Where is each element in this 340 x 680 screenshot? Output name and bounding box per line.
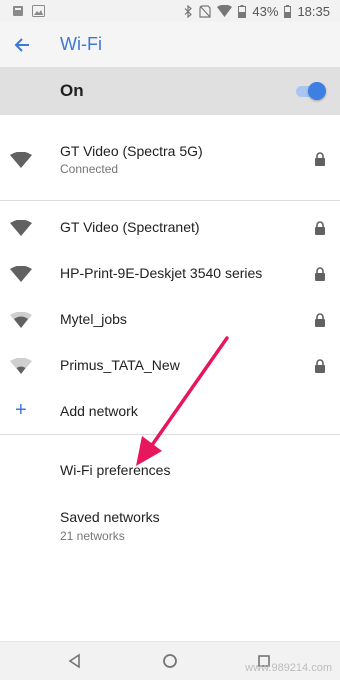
lock-icon xyxy=(315,221,325,235)
saved-networks-label: Saved networks xyxy=(60,509,160,525)
lock-icon xyxy=(315,313,325,327)
watermark: www.989214.com xyxy=(245,662,332,674)
plus-icon: + xyxy=(15,399,27,421)
network-item[interactable]: GT Video (Spectranet) xyxy=(0,210,340,246)
no-sim-icon xyxy=(199,4,212,18)
wifi-toggle-row[interactable]: On xyxy=(0,67,340,115)
wifi-full-icon xyxy=(10,220,32,236)
add-network-item[interactable]: + Add network xyxy=(0,394,340,430)
network-name: GT Video (Spectra 5G) xyxy=(60,143,203,159)
network-item[interactable]: GT Video (Spectra 5G) Connected xyxy=(0,140,340,186)
wifi-preferences-item[interactable]: Wi-Fi preferences xyxy=(60,462,170,478)
lock-icon xyxy=(315,359,325,373)
wifi-switch[interactable] xyxy=(296,82,326,100)
back-button[interactable] xyxy=(0,23,44,67)
wifi-signal-icon xyxy=(217,5,233,17)
bluetooth-icon xyxy=(184,4,193,18)
arrow-back-icon xyxy=(14,37,29,52)
network-name: HP-Print-9E-Deskjet 3540 series xyxy=(60,265,263,281)
saved-networks-item[interactable]: Saved networks 21 networks xyxy=(60,509,160,543)
lock-icon xyxy=(315,267,325,281)
network-item[interactable]: Primus_TATA_New xyxy=(0,348,340,384)
network-item[interactable]: Mytel_jobs xyxy=(0,302,340,338)
battery-percent: 43% xyxy=(252,3,279,19)
wifi-toggle-label: On xyxy=(60,81,84,100)
home-circle-icon[interactable] xyxy=(161,652,179,670)
wifi-medium-icon xyxy=(10,312,32,328)
wifi-low-icon xyxy=(10,358,32,374)
status-bar: 43% 18:35 xyxy=(0,0,340,22)
network-name: GT Video (Spectranet) xyxy=(60,219,200,235)
page-title: Wi-Fi xyxy=(60,34,102,54)
navigation-bar: www.989214.com xyxy=(0,641,340,680)
network-name: Primus_TATA_New xyxy=(60,357,180,373)
lock-icon xyxy=(315,152,325,166)
wifi-full-icon xyxy=(10,152,32,168)
switch-thumb xyxy=(308,82,326,100)
notification-icon xyxy=(13,6,23,16)
back-triangle-icon[interactable] xyxy=(66,652,84,670)
battery-icon xyxy=(238,4,247,18)
saved-networks-count: 21 networks xyxy=(60,529,125,543)
network-name: Mytel_jobs xyxy=(60,311,127,327)
network-status: Connected xyxy=(60,162,119,176)
battery-level-icon xyxy=(284,4,292,18)
image-icon xyxy=(32,5,45,17)
clock: 18:35 xyxy=(297,3,330,19)
divider xyxy=(0,434,340,435)
network-item[interactable]: HP-Print-9E-Deskjet 3540 series xyxy=(0,256,340,292)
app-bar: Wi-Fi xyxy=(0,22,340,67)
divider xyxy=(0,200,340,201)
wifi-preferences-label: Wi-Fi preferences xyxy=(60,462,171,478)
add-network-label: Add network xyxy=(60,403,138,419)
wifi-full-icon xyxy=(10,266,32,282)
